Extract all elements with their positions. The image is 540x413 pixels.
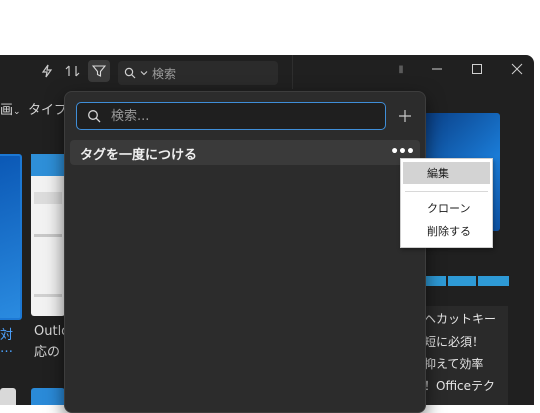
tag-search-input[interactable] — [109, 107, 363, 125]
tag-search-field[interactable] — [76, 102, 386, 130]
type-dropdown[interactable]: タイプ — [28, 99, 67, 118]
close-icon[interactable] — [504, 58, 530, 80]
menu-item-delete[interactable]: 削除する — [403, 220, 490, 242]
toolbar: 検索 ▮ — [0, 55, 534, 89]
menu-divider — [405, 191, 488, 192]
thumbnail-card[interactable] — [0, 154, 22, 320]
menu-item-label: クローン — [427, 202, 471, 215]
thumbnail-card[interactable] — [31, 388, 65, 405]
color-swatch — [448, 276, 476, 286]
minimize-icon[interactable] — [424, 58, 450, 80]
context-menu: 編集 クローン 削除する — [400, 158, 493, 248]
plus-icon[interactable] — [393, 104, 417, 128]
card-title: 応の — [34, 345, 61, 360]
preview-text-line: ！Officeテク — [424, 379, 496, 393]
color-swatch — [478, 276, 509, 286]
flash-icon[interactable] — [36, 60, 58, 82]
preview-text-line: 短に必須！ — [424, 335, 485, 349]
toolbar-search[interactable]: 検索 — [118, 61, 278, 85]
menu-item-edit[interactable]: 編集 — [403, 162, 490, 184]
search-icon — [88, 110, 101, 123]
filter-icon[interactable] — [88, 60, 110, 82]
thumbnail-card[interactable] — [0, 388, 16, 405]
menu-item-clone[interactable]: クローン — [403, 197, 490, 219]
sort-dropdown[interactable]: 画⌄ — [0, 99, 21, 118]
maximize-icon[interactable] — [464, 58, 490, 80]
pane-divider — [292, 55, 293, 89]
pin-icon[interactable]: ▮ — [388, 58, 414, 80]
search-icon — [124, 67, 136, 79]
tag-panel: タグを一度につける ••• — [64, 91, 426, 413]
tag-row[interactable]: タグを一度につける ••• — [70, 140, 420, 165]
tag-name: タグを一度につける — [80, 148, 198, 163]
preview-text-line: ヘカットキー — [424, 312, 497, 326]
thumbnail-card[interactable] — [31, 154, 65, 316]
color-swatch — [424, 276, 446, 286]
preview-text-line: 抑えて効率 — [424, 357, 484, 371]
card-title: … — [0, 341, 13, 356]
toolbar-search-placeholder: 検索 — [152, 66, 177, 81]
menu-item-label: 削除する — [427, 225, 471, 238]
menu-item-label: 編集 — [427, 167, 449, 180]
sort-icon[interactable] — [62, 60, 84, 82]
chevron-down-icon — [140, 71, 148, 76]
